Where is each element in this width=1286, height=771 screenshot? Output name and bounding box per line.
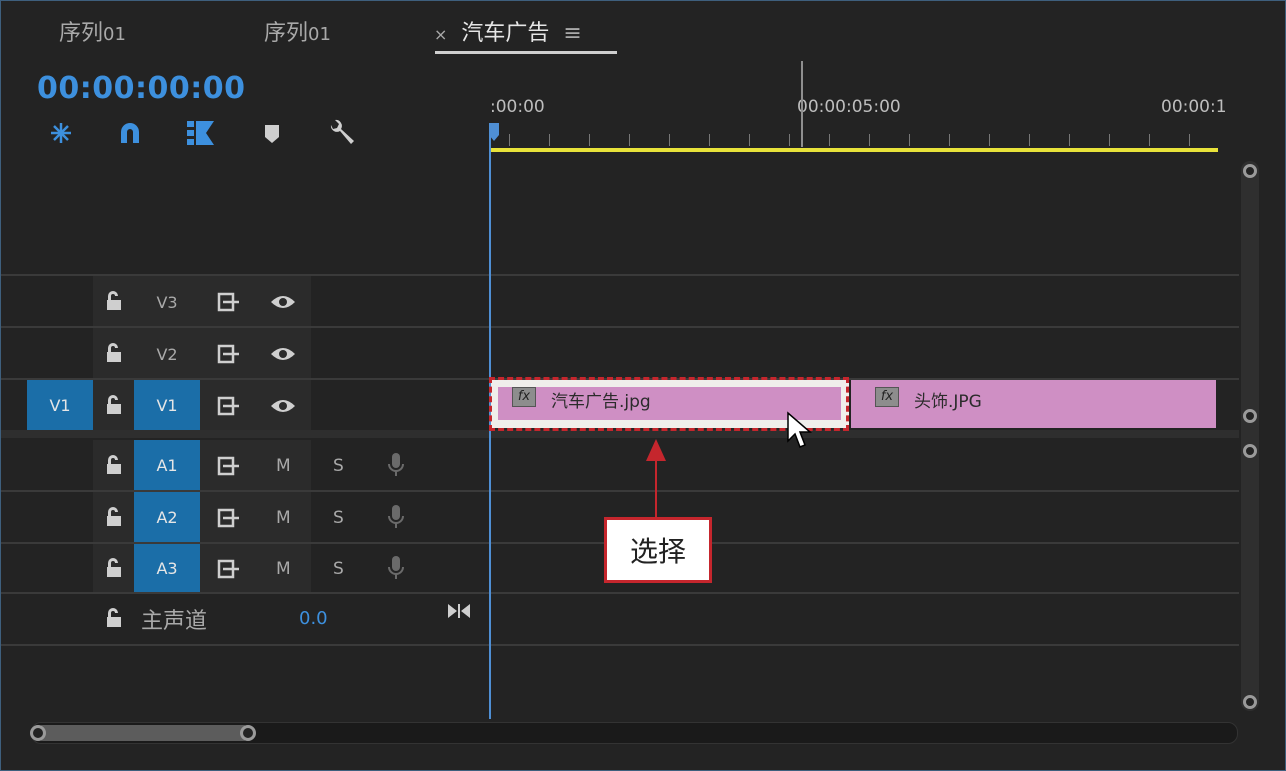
ruler-tick: [1189, 134, 1190, 146]
eye-icon[interactable]: [269, 396, 297, 416]
track-target-a1[interactable]: A1: [134, 440, 200, 490]
ruler-tick: [1069, 134, 1070, 146]
ruler-tick: [509, 134, 510, 146]
track-target-a2[interactable]: A2: [134, 492, 200, 542]
scroll-knob[interactable]: [240, 725, 256, 741]
cti-marker-line: [801, 61, 803, 147]
insert-overwrite-icon[interactable]: [184, 117, 216, 149]
ruler-tick: [549, 134, 550, 146]
ruler-tick: [869, 134, 870, 146]
mic-icon[interactable]: [387, 452, 405, 478]
tab-label: 序列: [59, 21, 104, 46]
lock-icon[interactable]: [105, 557, 123, 579]
sync-lock-icon[interactable]: [217, 456, 241, 476]
lock-icon[interactable]: [105, 454, 123, 476]
linked-selection-icon[interactable]: [114, 117, 146, 149]
ruler-tick: [709, 134, 710, 146]
tab-label: 汽车广告: [461, 21, 550, 46]
track-target-v1[interactable]: V1: [134, 380, 200, 430]
lock-icon[interactable]: [105, 506, 123, 528]
lock-icon[interactable]: [105, 290, 123, 312]
lock-icon[interactable]: [105, 342, 123, 364]
solo-button[interactable]: S: [333, 508, 344, 528]
tab-menu-icon[interactable]: ≡: [563, 21, 581, 46]
ruler-tick: [749, 134, 750, 146]
ruler-tick: [589, 134, 590, 146]
mute-button[interactable]: M: [276, 456, 291, 476]
timeline-empty-area: [491, 153, 1239, 275]
callout-label: 选择: [604, 517, 712, 583]
work-area-bar[interactable]: [491, 148, 1218, 152]
fx-badge: fx: [875, 387, 899, 407]
callout-line: [655, 459, 657, 519]
track-target-a3[interactable]: A3: [134, 544, 200, 592]
ruler-tick: [829, 134, 830, 146]
solo-button[interactable]: S: [333, 456, 344, 476]
scroll-knob[interactable]: [1243, 164, 1257, 178]
source-patch-v1[interactable]: V1: [27, 380, 93, 430]
marker-icon[interactable]: [256, 117, 288, 149]
master-track-label: 主声道: [141, 609, 208, 634]
cursor-icon: [786, 411, 814, 451]
snap-icon[interactable]: [45, 117, 77, 149]
mic-icon[interactable]: [387, 555, 405, 581]
ruler-tick: [1149, 134, 1150, 146]
clip-name: 头饰.JPG: [914, 392, 982, 412]
track-target-v2[interactable]: V2: [134, 329, 200, 379]
tab-label: 序列: [264, 21, 309, 46]
sync-lock-icon[interactable]: [217, 508, 241, 528]
scroll-knob[interactable]: [1243, 409, 1257, 423]
wrench-icon[interactable]: [326, 117, 358, 149]
track-divider: [1, 644, 1239, 646]
mute-button[interactable]: M: [276, 559, 291, 579]
clip-headwear[interactable]: [851, 380, 1216, 428]
playhead-timecode[interactable]: 00:00:00:00: [37, 71, 245, 106]
lock-icon[interactable]: [105, 394, 123, 416]
panel-join-icon[interactable]: [446, 601, 472, 621]
vertical-scrollbar[interactable]: [1241, 161, 1259, 711]
sync-lock-icon[interactable]: [217, 344, 241, 364]
tab-close-icon[interactable]: ×: [434, 25, 447, 44]
timeline-panel: 序列01 序列01 × 汽车广告 ≡ 00:00:00:00:00:00 00…: [0, 0, 1286, 771]
eye-icon[interactable]: [269, 292, 297, 312]
ruler-tick: [1109, 134, 1110, 146]
tab-sequence-01-b[interactable]: 序列01: [264, 15, 331, 47]
sync-lock-icon[interactable]: [217, 292, 241, 312]
scroll-knob[interactable]: [1243, 444, 1257, 458]
track-target-v3[interactable]: V3: [134, 277, 200, 327]
lock-icon[interactable]: [105, 607, 123, 629]
horizontal-scroll-thumb[interactable]: [35, 725, 251, 741]
scroll-knob[interactable]: [30, 725, 46, 741]
ruler-tick: [989, 134, 990, 146]
ruler-tick: [789, 134, 790, 146]
sync-lock-icon[interactable]: [217, 396, 241, 416]
callout-arrow: [646, 439, 666, 461]
track-divider: [1, 592, 1239, 594]
active-tab-underline: [435, 51, 617, 54]
ruler-tick: [909, 134, 910, 146]
ruler-tick: [669, 134, 670, 146]
sync-lock-icon[interactable]: [217, 559, 241, 579]
eye-icon[interactable]: [269, 344, 297, 364]
mute-button[interactable]: M: [276, 508, 291, 528]
tab-number: 01: [308, 24, 331, 45]
ruler-tick: [949, 134, 950, 146]
ruler-tick: [629, 134, 630, 146]
mic-icon[interactable]: [387, 504, 405, 530]
playhead-handle[interactable]: [487, 123, 501, 143]
solo-button[interactable]: S: [333, 559, 344, 579]
ruler-label: 00:00:1: [1161, 97, 1227, 117]
tab-car-ad[interactable]: × 汽车广告 ≡: [434, 15, 582, 47]
ruler-tick: [1029, 134, 1030, 146]
scroll-knob[interactable]: [1243, 695, 1257, 709]
track-header-empty: [1, 153, 489, 275]
master-volume-value[interactable]: 0.0: [299, 608, 328, 629]
ruler-label: :00:00: [490, 97, 545, 117]
tab-number: 01: [103, 24, 126, 45]
ruler-label: 00:00:05:00: [797, 97, 901, 117]
tab-sequence-01-a[interactable]: 序列01: [59, 15, 126, 47]
video-audio-divider[interactable]: [1, 430, 1239, 438]
